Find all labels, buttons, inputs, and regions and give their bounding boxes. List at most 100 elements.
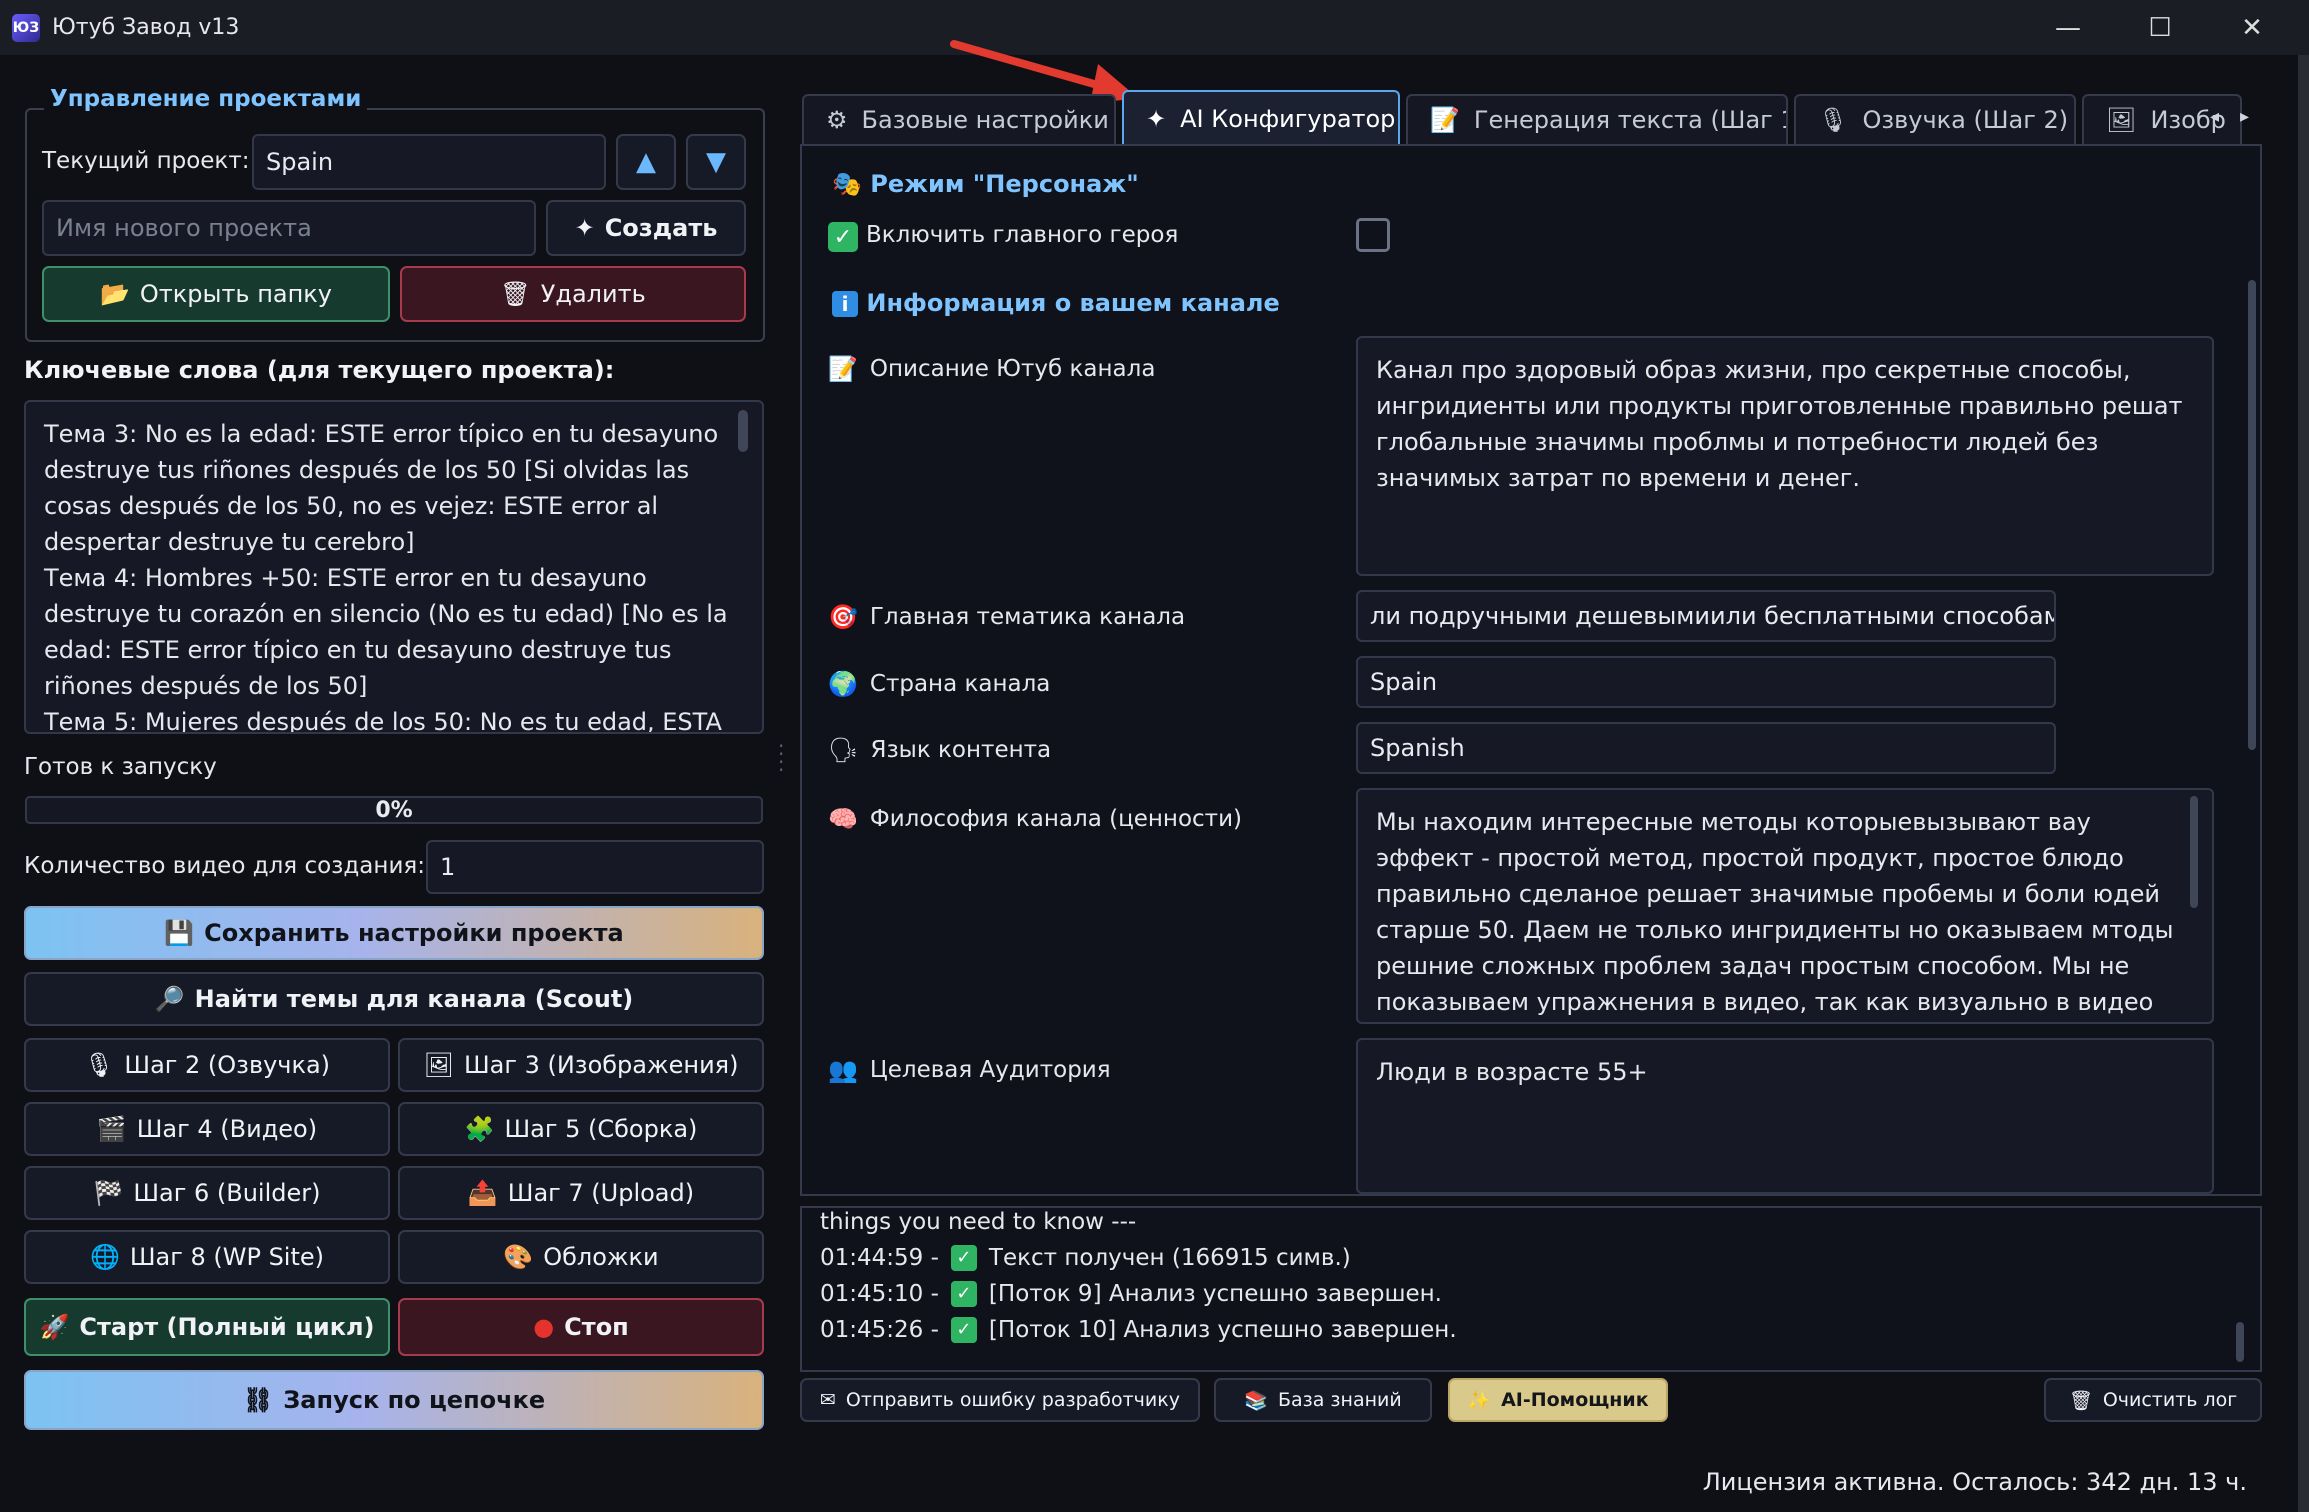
tab-voiceover[interactable]: 🎙 Озвучка (Шаг 2) — [1794, 94, 2076, 144]
panel-scrollbar[interactable] — [2248, 280, 2256, 750]
chain-run-button[interactable]: ⛓ Запуск по цепочке — [24, 1370, 764, 1430]
log-line: 01:45:26 - ✓ [Поток 10] Анализ успешно зав… — [820, 1312, 2260, 1348]
globe-icon: 🌐 — [89, 1243, 120, 1271]
report-bug-label: Отправить ошибку разработчику — [845, 1389, 1180, 1411]
video-count-spinbox[interactable]: 1 — [426, 840, 764, 894]
splitter-handle[interactable]: · · · · — [778, 736, 784, 780]
globe-icon: 🌍 — [828, 670, 858, 698]
picture-icon: 🖼 — [2106, 106, 2137, 134]
maximize-icon[interactable]: ☐ — [2114, 0, 2206, 55]
current-project-label: Текущий проект: — [42, 148, 250, 174]
sparkle-icon: ✦ — [574, 214, 595, 242]
current-project-select[interactable]: Spain — [252, 134, 606, 190]
keywords-textarea[interactable]: Тема 3: No es la edad: ESTE error típico… — [24, 400, 764, 734]
step8-button[interactable]: 🌐 Шаг 8 (WP Site) — [24, 1230, 390, 1284]
country-label-text: Страна канала — [869, 671, 1051, 697]
new-project-name-input[interactable]: Имя нового проекта — [42, 200, 536, 256]
microphone-icon: 🎙 — [83, 1051, 115, 1079]
tab-label: Озвучка (Шаг 2) — [1862, 106, 2069, 134]
channel-theme-input[interactable]: ли подручными дешевымиили бесплатными сп… — [1356, 590, 2056, 642]
move-up-button[interactable]: ▲ — [616, 134, 676, 190]
progress-bar: 0% — [25, 796, 763, 824]
sparkle-icon: ✦ — [1146, 105, 1167, 133]
persona-heading: 🎭 Режим "Персонаж" — [832, 170, 1139, 198]
chain-icon: ⛓ — [242, 1386, 274, 1414]
create-project-button[interactable]: ✦ Создать — [546, 200, 746, 256]
target-icon: 🎯 — [828, 603, 858, 631]
step6-button[interactable]: 🏁 Шаг 6 (Builder) — [24, 1166, 390, 1220]
scout-label: Найти темы для канала (Scout) — [194, 985, 634, 1013]
people-icon: 👥 — [828, 1056, 858, 1084]
covers-label: Обложки — [543, 1243, 659, 1271]
keywords-scrollbar[interactable] — [738, 410, 748, 452]
target-audience-textarea[interactable]: Люди в возрасте 55+ — [1356, 1038, 2214, 1194]
scout-button[interactable]: 🔎 Найти темы для канала (Scout) — [24, 972, 764, 1026]
check-icon: ✓ — [950, 1245, 977, 1271]
channel-country-input[interactable]: Spain — [1356, 656, 2056, 708]
window-title: Ютуб Завод v13 — [52, 15, 240, 40]
tab-label: Базовые настройки — [861, 106, 1109, 134]
enable-hero-label: Включить главного героя — [866, 222, 1179, 248]
checkered-flag-icon: 🏁 — [93, 1179, 124, 1207]
app-icon: ЮЗ — [12, 13, 40, 42]
save-settings-button[interactable]: 💾 Сохранить настройки проекта — [24, 906, 764, 960]
log-text: [Поток 10] Анализ успешно завершен. — [988, 1317, 1457, 1343]
close-icon[interactable]: ✕ — [2206, 0, 2298, 55]
stop-button[interactable]: ● Стоп — [398, 1298, 764, 1356]
enable-hero-checkbox[interactable] — [1356, 218, 1390, 252]
covers-button[interactable]: 🎨 Обложки — [398, 1230, 764, 1284]
upload-icon: 📤 — [467, 1179, 498, 1207]
channel-description-textarea[interactable]: Канал про здоровый образ жизни, про секр… — [1356, 336, 2214, 576]
delete-project-button[interactable]: 🗑 Удалить — [400, 266, 746, 322]
log-time: 01:45:10 - — [820, 1281, 939, 1307]
tab-bar: ⚙ Базовые настройки ✦ AI Конфигуратор 📝 Ген… — [800, 90, 2250, 146]
video-count-label: Количество видео для создания: — [24, 853, 425, 879]
floppy-disk-icon: 💾 — [164, 919, 195, 947]
open-folder-button[interactable]: 📂 Открыть папку — [42, 266, 390, 322]
info-icon: i — [832, 291, 858, 317]
ai-helper-label: AI-Помощник — [1501, 1389, 1649, 1411]
desc-label-text: Описание Ютуб канала — [869, 356, 1156, 382]
channel-info-heading-text: Информация о вашем канале — [866, 289, 1280, 317]
minimize-icon[interactable]: — — [2022, 0, 2114, 55]
step2-label: Шаг 2 (Озвучка) — [124, 1051, 331, 1079]
tab-ai-configurator[interactable]: ✦ AI Конфигуратор — [1122, 90, 1400, 146]
step7-label: Шаг 7 (Upload) — [507, 1179, 695, 1207]
trash-icon: 🗑 — [500, 280, 531, 308]
arrow-up-icon: ▲ — [636, 147, 656, 177]
memo-icon: 📝 — [1430, 106, 1460, 134]
content-language-input[interactable]: Spanish — [1356, 722, 2056, 774]
tab-text-generation[interactable]: 📝 Генерация текста (Шаг 1) — [1406, 94, 1788, 144]
step4-button[interactable]: 🎬 Шаг 4 (Видео) — [24, 1102, 390, 1156]
magnifier-icon: 🔎 — [154, 985, 185, 1013]
tab-scroll-left-icon[interactable]: ◂ — [2210, 106, 2219, 127]
open-folder-label: Открыть папку — [139, 280, 332, 308]
trash-icon: 🗑 — [2068, 1389, 2093, 1412]
log-line: things you need to know --- — [820, 1208, 2260, 1240]
log-scrollbar[interactable] — [2236, 1322, 2244, 1362]
project-management-title: Управление проектами — [44, 86, 368, 112]
clear-log-button[interactable]: 🗑 Очистить лог — [2044, 1378, 2262, 1422]
keywords-heading: Ключевые слова (для текущего проекта): — [24, 356, 615, 384]
step3-button[interactable]: 🖼 Шаг 3 (Изображения) — [398, 1038, 764, 1092]
folder-icon: 📂 — [100, 280, 130, 308]
progress-text: 0% — [375, 797, 413, 823]
move-down-button[interactable]: ▼ — [686, 134, 746, 190]
country-field-label: 🌍 Страна канала — [828, 670, 1050, 698]
philosophy-scrollbar[interactable] — [2190, 796, 2198, 908]
report-bug-button[interactable]: ✉ Отправить ошибку разработчику — [800, 1378, 1200, 1422]
step7-button[interactable]: 📤 Шаг 7 (Upload) — [398, 1166, 764, 1220]
stop-label: Стоп — [564, 1313, 629, 1341]
step6-label: Шаг 6 (Builder) — [133, 1179, 321, 1207]
channel-philosophy-textarea[interactable]: Мы находим интересные методы которыевызы… — [1356, 788, 2214, 1024]
sparkles-icon: ✨ — [1467, 1389, 1492, 1412]
red-circle-icon: ● — [533, 1313, 555, 1341]
step5-button[interactable]: 🧩 Шаг 5 (Сборка) — [398, 1102, 764, 1156]
tab-basic-settings[interactable]: ⚙ Базовые настройки — [802, 94, 1116, 144]
start-full-cycle-button[interactable]: 🚀 Старт (Полный цикл) — [24, 1298, 390, 1356]
knowledge-base-button[interactable]: 📚 База знаний — [1214, 1378, 1432, 1422]
tab-scroll-right-icon[interactable]: ▸ — [2240, 106, 2249, 127]
ai-helper-button[interactable]: ✨ AI-Помощник — [1448, 1378, 1668, 1422]
arrow-down-icon: ▼ — [706, 147, 726, 177]
step2-button[interactable]: 🎙 Шаг 2 (Озвучка) — [24, 1038, 390, 1092]
